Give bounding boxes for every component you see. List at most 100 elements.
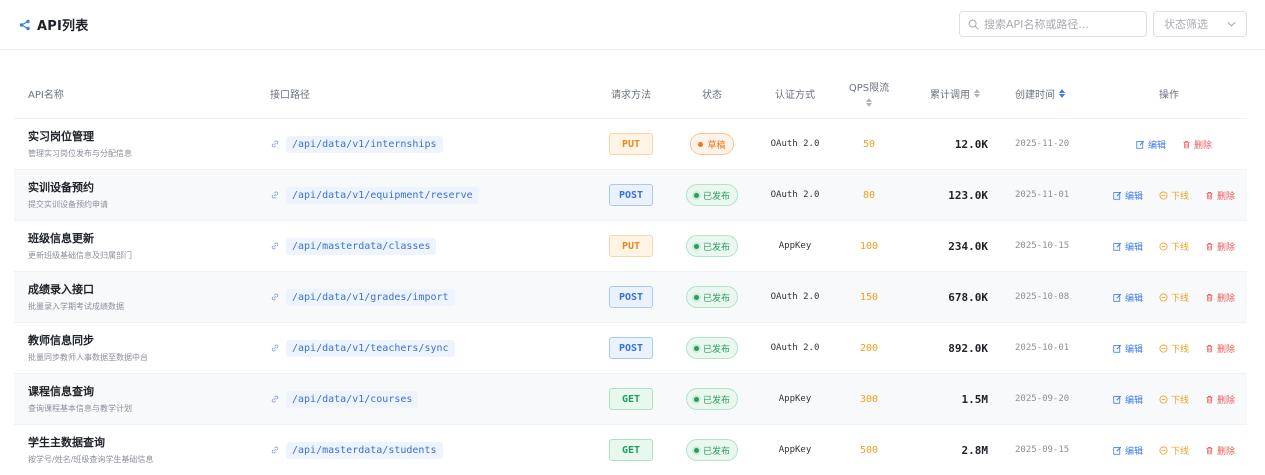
edit-button[interactable]: 编辑 (1136, 138, 1166, 151)
status-label: 草稿 (707, 140, 726, 151)
method-badge: POST (609, 337, 653, 359)
calls-sort-icon[interactable] (974, 88, 980, 98)
api-name: 课程信息查询 (28, 385, 94, 398)
method-badge: PUT (609, 235, 653, 257)
status-filter-placeholder: 状态筛选 (1164, 18, 1208, 31)
status-label: 已发布 (702, 344, 730, 355)
edit-button[interactable]: 编辑 (1113, 444, 1143, 457)
qps-limit: 100 (859, 240, 879, 252)
status-dot-icon (693, 243, 699, 249)
offline-label: 下线 (1170, 242, 1189, 253)
auth-method: AppKey (778, 445, 812, 455)
edit-button[interactable]: 编辑 (1113, 393, 1143, 406)
edit-button[interactable]: 编辑 (1113, 291, 1143, 304)
search-input[interactable] (984, 17, 1134, 31)
page-header: API列表 状态筛选 (0, 0, 1265, 50)
method-badge: GET (609, 388, 653, 410)
table-row: 成绩录入接口 批量录入学期考试成绩数据/api/data/v1/grades/im… (14, 271, 1247, 322)
edit-label: 编辑 (1124, 293, 1143, 304)
table-row: 班级信息更新 更新班级基础信息及归属部门/api/masterdata/class… (14, 220, 1247, 271)
edit-label: 编辑 (1124, 344, 1143, 355)
status-cell: 已发布 (676, 272, 748, 322)
api-table: API名称 接口路径 请求方法 状态 认证方式 QPS限流 累计调用 创建时间 … (14, 68, 1247, 475)
link-icon (270, 394, 280, 404)
api-path-cell: /api/data/v1/grades/import (270, 272, 455, 322)
offline-circle-icon (1159, 394, 1168, 404)
delete-button[interactable]: 删除 (1205, 393, 1235, 406)
status-dot-icon (693, 396, 699, 402)
row-actions: 编辑 下线 删除 (1104, 272, 1244, 322)
api-path[interactable]: /api/masterdata/students (286, 441, 443, 459)
delete-label: 删除 (1217, 446, 1236, 457)
api-name-cell: 班级信息更新 更新班级基础信息及归属部门 (28, 221, 258, 271)
link-icon (270, 190, 280, 200)
trash-icon (1182, 140, 1191, 149)
delete-button[interactable]: 删除 (1205, 291, 1235, 304)
col-qps[interactable]: QPS限流 (842, 68, 896, 118)
edit-icon (1113, 446, 1122, 455)
api-path[interactable]: /api/data/v1/courses (286, 390, 419, 408)
api-path[interactable]: /api/data/v1/equipment/reserve (286, 186, 479, 204)
method-cell: GET (594, 425, 668, 475)
offline-button[interactable]: 下线 (1159, 291, 1189, 304)
qps-limit: 150 (859, 291, 879, 303)
offline-button[interactable]: 下线 (1159, 393, 1189, 406)
status-dot-icon (698, 141, 704, 147)
api-description: 提交实训设备预约申请 (28, 200, 108, 209)
offline-button[interactable]: 下线 (1159, 189, 1189, 202)
col-created[interactable]: 创建时间 (1015, 68, 1065, 118)
created-date: 2025-09-20 (1015, 394, 1070, 404)
status-label: 已发布 (702, 293, 730, 304)
offline-button[interactable]: 下线 (1159, 444, 1189, 457)
table-row: 实训设备预约 提交实训设备预约申请/api/data/v1/equipment/r… (14, 169, 1247, 220)
offline-button[interactable]: 下线 (1159, 342, 1189, 355)
qps-sort-icon[interactable] (866, 98, 872, 107)
api-path[interactable]: /api/data/v1/internships (286, 135, 443, 153)
delete-label: 删除 (1194, 140, 1213, 151)
total-calls: 123.0K (948, 188, 988, 202)
delete-button[interactable]: 删除 (1205, 189, 1235, 202)
status-cell: 已发布 (676, 323, 748, 373)
total-calls: 234.0K (948, 239, 988, 253)
api-name-cell: 学生主数据查询 按学号/姓名/班级查询学生基础信息 (28, 425, 258, 475)
edit-button[interactable]: 编辑 (1113, 342, 1143, 355)
total-calls: 12.0K (954, 137, 988, 151)
status-dot-icon (693, 294, 699, 300)
auth-method: AppKey (778, 241, 812, 251)
col-auth: 认证方式 (775, 89, 815, 101)
page-title-group: API列表 (19, 15, 88, 34)
api-path[interactable]: /api/data/v1/teachers/sync (286, 339, 455, 357)
col-calls-label: 累计调用 (930, 89, 970, 101)
status-badge: 草稿 (690, 133, 734, 155)
offline-label: 下线 (1170, 191, 1189, 202)
trash-icon (1205, 446, 1214, 455)
delete-button[interactable]: 删除 (1205, 240, 1235, 253)
delete-button[interactable]: 删除 (1182, 138, 1212, 151)
created-date: 2025-10-01 (1015, 343, 1070, 353)
api-path-cell: /api/data/v1/equipment/reserve (270, 170, 479, 220)
offline-circle-icon (1159, 292, 1168, 302)
api-path[interactable]: /api/masterdata/classes (286, 237, 437, 255)
total-calls: 678.0K (948, 290, 988, 304)
api-name-cell: 成绩录入接口 批量录入学期考试成绩数据 (28, 272, 258, 322)
edit-label: 编辑 (1124, 446, 1143, 457)
created-date: 2025-09-15 (1015, 445, 1070, 455)
col-calls[interactable]: 累计调用 (930, 68, 980, 118)
status-filter-select[interactable]: 状态筛选 (1153, 11, 1247, 37)
offline-button[interactable]: 下线 (1159, 240, 1189, 253)
api-name-cell: 实训设备预约 提交实训设备预约申请 (28, 170, 258, 220)
api-path[interactable]: /api/data/v1/grades/import (286, 288, 455, 306)
edit-button[interactable]: 编辑 (1113, 189, 1143, 202)
auth-method: AppKey (778, 394, 812, 404)
delete-button[interactable]: 删除 (1205, 444, 1235, 457)
qps-limit: 500 (859, 444, 879, 456)
delete-button[interactable]: 删除 (1205, 342, 1235, 355)
auth-method: OAuth 2.0 (770, 139, 820, 149)
api-description: 管理实习岗位发布与分配信息 (28, 149, 132, 158)
edit-button[interactable]: 编辑 (1113, 240, 1143, 253)
status-cell: 已发布 (676, 170, 748, 220)
search-box[interactable] (959, 11, 1147, 37)
delete-label: 删除 (1217, 395, 1236, 406)
created-sort-icon[interactable] (1059, 88, 1065, 98)
offline-label: 下线 (1170, 446, 1189, 457)
